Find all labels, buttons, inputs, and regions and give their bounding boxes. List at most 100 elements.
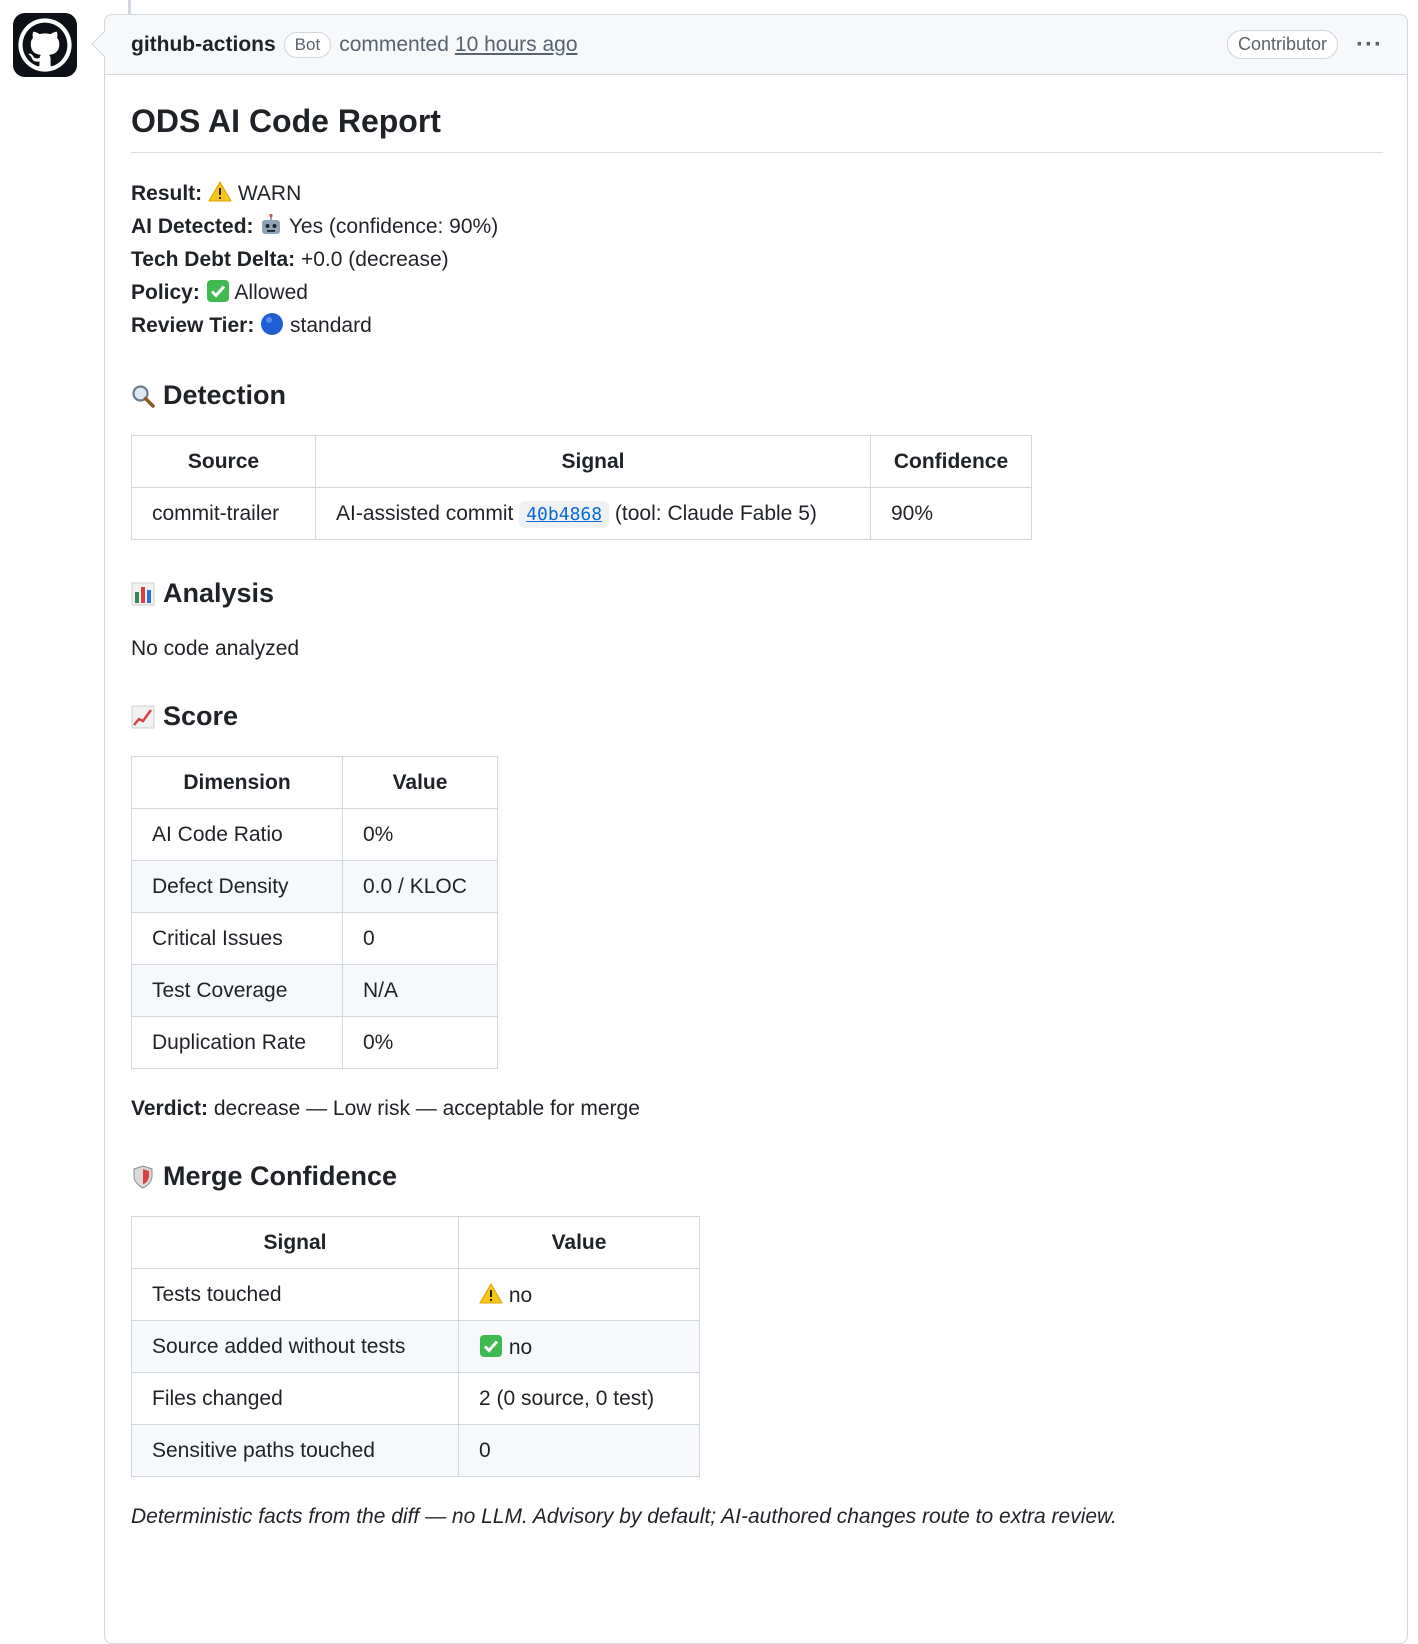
- comment-body: ODS AI Code Report Result: WARN AI Detec…: [105, 103, 1407, 1529]
- summary-result: Result: WARN: [131, 177, 1383, 210]
- value-text: no: [508, 1283, 533, 1307]
- analysis-heading: Analysis: [131, 578, 1383, 609]
- dimension-cell: AI Code Ratio: [131, 808, 343, 861]
- summary-ai-detected: AI Detected: Yes (confidence: 90%): [131, 210, 1383, 243]
- value-text: no: [508, 1335, 533, 1359]
- detection-heading: Detection: [131, 380, 1383, 411]
- value-cell: N/A: [342, 964, 498, 1017]
- summary-label: Review Tier:: [131, 314, 255, 337]
- summary-review-tier: Review Tier: standard: [131, 309, 1383, 342]
- summary: Result: WARN AI Detected: Yes (confidenc…: [131, 177, 1383, 342]
- verdict-text: decrease — Low risk — acceptable for mer…: [213, 1097, 640, 1120]
- column-header: Signal: [131, 1216, 459, 1269]
- signal-cell: Source added without tests: [131, 1320, 459, 1373]
- score-heading-text: Score: [163, 701, 239, 731]
- source-cell: commit-trailer: [131, 487, 316, 540]
- value-cell: no: [458, 1268, 700, 1321]
- bot-badge: Bot: [283, 31, 332, 58]
- table-row: AI Code Ratio 0%: [131, 808, 498, 861]
- dimension-cell: Defect Density: [131, 860, 343, 913]
- table-row: Duplication Rate 0%: [131, 1016, 498, 1069]
- dimension-cell: Test Coverage: [131, 964, 343, 1017]
- contributor-badge: Contributor: [1226, 30, 1339, 59]
- summary-label: Tech Debt Delta:: [131, 248, 296, 271]
- table-row: Source added without tests no: [131, 1320, 700, 1373]
- analysis-heading-text: Analysis: [163, 578, 275, 608]
- table-row: Files changed 2 (0 source, 0 test): [131, 1372, 700, 1425]
- table-row: Sensitive paths touched 0: [131, 1424, 700, 1477]
- dimension-cell: Duplication Rate: [131, 1016, 343, 1069]
- summary-value: Allowed: [234, 281, 308, 304]
- comment-header: github-actions Bot commented 10 hours ag…: [105, 15, 1407, 75]
- summary-label: AI Detected:: [131, 215, 254, 238]
- magnifier-icon: [132, 384, 155, 408]
- analysis-text: No code analyzed: [131, 637, 300, 660]
- timeline-line: [128, 0, 131, 14]
- value-cell: 0%: [342, 808, 498, 861]
- signal-cell: Tests touched: [131, 1268, 459, 1321]
- value-cell: 0: [342, 912, 498, 965]
- table-row: Tests touched no: [131, 1268, 700, 1321]
- table-header-row: Source Signal Confidence: [131, 435, 1032, 488]
- merge-heading: Merge Confidence: [131, 1161, 1383, 1192]
- commented-label: commented: [339, 32, 449, 56]
- table-row: Test Coverage N/A: [131, 964, 498, 1017]
- value-cell: no: [458, 1320, 700, 1373]
- comment-box: github-actions Bot commented 10 hours ag…: [91, 14, 1408, 1644]
- value-cell: 0.0 / KLOC: [342, 860, 498, 913]
- summary-tech-debt: Tech Debt Delta: +0.0 (decrease): [131, 243, 1383, 276]
- column-header: Confidence: [870, 435, 1032, 488]
- report-title: ODS AI Code Report: [131, 103, 1383, 153]
- confidence-cell: 90%: [870, 487, 1032, 540]
- column-header: Signal: [315, 435, 871, 488]
- commit-sha-link[interactable]: 40b4868: [519, 500, 610, 528]
- bar-chart-icon: [131, 582, 155, 605]
- author-link[interactable]: github-actions: [131, 33, 276, 57]
- merge-table: Signal Value Tests touched no Source add…: [131, 1216, 700, 1477]
- avatar[interactable]: [13, 13, 77, 77]
- column-header: Dimension: [131, 756, 343, 809]
- blue-circle-icon: [261, 313, 284, 335]
- column-header: Value: [342, 756, 498, 809]
- summary-label: Result:: [131, 182, 203, 205]
- shield-icon: [133, 1164, 153, 1189]
- verdict-label: Verdict:: [131, 1097, 209, 1120]
- summary-value: +0.0 (decrease): [300, 248, 449, 271]
- timestamp-link[interactable]: 10 hours ago: [455, 33, 578, 57]
- warning-icon: [208, 181, 232, 202]
- robot-icon: [262, 213, 281, 234]
- table-row: commit-trailer AI-assisted commit 40b486…: [131, 487, 1032, 540]
- check-icon: [480, 1334, 502, 1357]
- comment-menu-button[interactable]: ···: [1356, 31, 1383, 59]
- signal-suffix: (tool: Claude Fable 5): [614, 501, 817, 525]
- warning-icon: [479, 1282, 503, 1303]
- table-row: Defect Density 0.0 / KLOC: [131, 860, 498, 913]
- summary-policy: Policy: Allowed: [131, 276, 1383, 309]
- value-cell: 0%: [342, 1016, 498, 1069]
- detection-heading-text: Detection: [163, 380, 287, 410]
- table-header-row: Dimension Value: [131, 756, 498, 809]
- summary-value: Yes (confidence: 90%): [288, 215, 499, 238]
- signal-prefix: AI-assisted commit: [336, 501, 514, 525]
- merge-heading-text: Merge Confidence: [163, 1161, 398, 1191]
- table-row: Critical Issues 0: [131, 912, 498, 965]
- check-icon: [206, 280, 229, 302]
- signal-cell: AI-assisted commit 40b4868 (tool: Claude…: [315, 487, 871, 540]
- detection-table: Source Signal Confidence commit-trailer …: [131, 435, 1032, 540]
- column-header: Value: [458, 1216, 700, 1269]
- value-cell: 2 (0 source, 0 test): [458, 1372, 700, 1425]
- trend-chart-icon: [131, 705, 155, 728]
- summary-value: standard: [290, 314, 372, 337]
- footer-note: Deterministic facts from the diff — no L…: [131, 1505, 1117, 1528]
- table-header-row: Signal Value: [131, 1216, 700, 1269]
- signal-cell: Files changed: [131, 1372, 459, 1425]
- signal-cell: Sensitive paths touched: [131, 1424, 459, 1477]
- verdict: Verdict: decrease — Low risk — acceptabl…: [131, 1097, 1383, 1121]
- value-cell: 0: [458, 1424, 700, 1477]
- score-table: Dimension Value AI Code Ratio 0% Defect …: [131, 756, 498, 1069]
- column-header: Source: [131, 435, 316, 488]
- github-logo-icon: [18, 18, 72, 72]
- summary-value: WARN: [237, 182, 302, 205]
- score-heading: Score: [131, 701, 1383, 732]
- summary-label: Policy:: [131, 281, 200, 304]
